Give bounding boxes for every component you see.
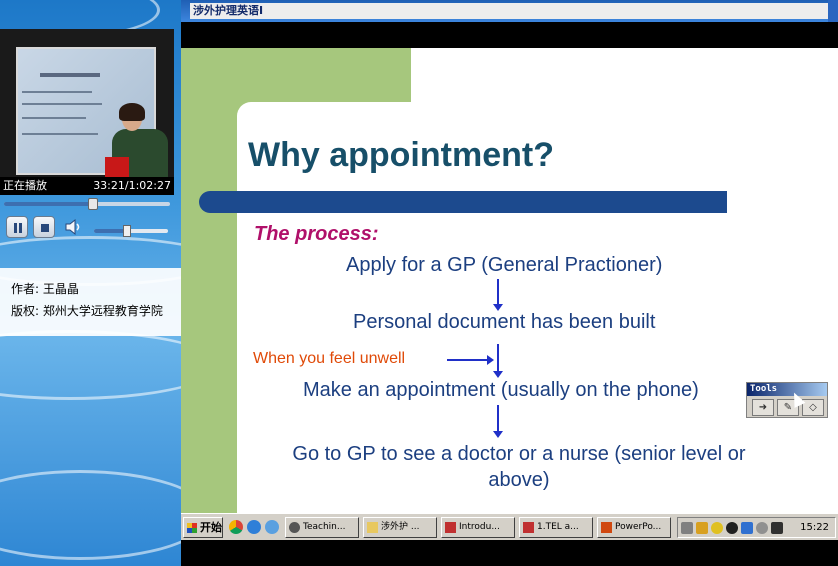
powerpoint-icon — [601, 522, 612, 533]
seek-bar-fill — [4, 202, 93, 206]
taskbar-item[interactable]: 涉外护 ... — [363, 517, 437, 538]
playback-status-bar: 正在播放 33:21/1:02:27 — [0, 177, 174, 195]
taskbar-item-label: PowerPo... — [615, 522, 662, 532]
edit-icon[interactable] — [771, 522, 783, 534]
media-icon[interactable] — [265, 520, 279, 534]
screen-line — [22, 91, 92, 93]
slide-title: Why appointment? — [248, 136, 554, 174]
screen-line — [22, 117, 86, 119]
speaker-icon[interactable] — [64, 218, 82, 236]
system-tray: 15:22 — [677, 517, 836, 538]
down-arrow-icon — [493, 279, 503, 311]
taskbar-item[interactable]: Teachin... — [285, 517, 359, 538]
ie-icon[interactable] — [247, 520, 261, 534]
taskbar: 开始 Teachin... 涉外护 ... Introdu... 1.TEL a… — [181, 513, 838, 540]
down-arrow-icon — [493, 405, 503, 438]
volume-slider-fill — [94, 229, 128, 233]
screen-line — [22, 103, 102, 105]
sync-icon[interactable] — [756, 522, 768, 534]
right-arrow-icon — [447, 355, 494, 365]
slide-title-rule — [199, 191, 727, 213]
taskbar-item[interactable]: Introdu... — [441, 517, 515, 538]
presenter-book — [105, 157, 129, 177]
process-step: Personal document has been built — [353, 311, 656, 333]
process-step: Go to GP to see a doctor or a nurse (sen… — [292, 443, 746, 491]
playback-status: 正在播放 — [3, 179, 47, 192]
process-step: Apply for a GP (General Practioner) — [346, 254, 663, 276]
taskbar-item[interactable]: 1.TEL a... — [519, 517, 593, 538]
playback-time: 33:21/1:02:27 — [93, 179, 171, 192]
volume-thumb[interactable] — [123, 225, 132, 237]
tools-title: Tools — [747, 383, 827, 396]
browser-icon — [289, 522, 300, 533]
antivirus-icon[interactable] — [726, 522, 738, 534]
player-panel: 正在播放 33:21/1:02:27 作者: 王晶晶 版权: 郑州大学远程教育学… — [0, 0, 181, 566]
stop-button[interactable] — [33, 216, 55, 238]
title-bar-corner — [828, 0, 838, 22]
eraser-icon[interactable]: ◇ — [802, 399, 824, 416]
arrow-icon[interactable]: ➜ — [752, 399, 774, 416]
course-info: 作者: 王晶晶 版权: 郑州大学远程教育学院 — [0, 268, 181, 336]
pause-button[interactable] — [6, 216, 28, 238]
presenter-hair — [119, 103, 145, 121]
word-icon — [523, 522, 534, 533]
screen-line — [22, 133, 98, 135]
side-note: When you feel unwell — [253, 350, 406, 367]
network-icon[interactable] — [696, 522, 708, 534]
copyright-label: 版权: — [11, 304, 40, 318]
chat-icon[interactable] — [741, 522, 753, 534]
word-icon — [445, 522, 456, 533]
author-row: 作者: 王晶晶 — [11, 278, 181, 300]
copyright-owner: 郑州大学远程教育学院 — [42, 304, 163, 318]
tools-palette[interactable]: Tools ➜ ✎ ◇ — [746, 382, 828, 418]
slide-accent-bar — [181, 48, 237, 513]
taskbar-item-label: 涉外护 ... — [381, 522, 420, 532]
taskbar-item[interactable]: PowerPo... — [597, 517, 671, 538]
process-step: Make an appointment (usually on the phon… — [303, 379, 699, 401]
taskbar-item-label: 1.TEL a... — [537, 522, 579, 532]
screen-title-line — [40, 73, 100, 77]
decorative-swirl — [0, 330, 181, 400]
chrome-icon[interactable] — [229, 520, 243, 534]
taskbar-item-label: Introdu... — [459, 522, 500, 532]
taskbar-item-label: Teachin... — [303, 522, 346, 532]
author-name: 王晶晶 — [42, 282, 79, 296]
author-label: 作者: — [11, 282, 40, 296]
down-arrow-icon — [493, 344, 503, 378]
window-title: 涉外护理英语I — [190, 3, 836, 19]
screen-bottom-edge — [181, 540, 838, 566]
start-label: 开始 — [200, 521, 222, 534]
decorative-swirl — [0, 470, 181, 560]
video-frame[interactable] — [0, 29, 174, 177]
seek-thumb[interactable] — [87, 198, 98, 210]
start-button[interactable]: 开始 — [183, 517, 223, 538]
copyright-row: 版权: 郑州大学远程教育学院 — [11, 300, 181, 322]
shield-icon[interactable] — [711, 522, 723, 534]
clock: 15:22 — [800, 522, 829, 533]
slide-subtitle: The process: — [254, 223, 379, 245]
folder-icon — [367, 522, 378, 533]
keyboard-icon[interactable] — [681, 522, 693, 534]
presentation-slide[interactable]: Why appointment? The process: Apply for … — [181, 48, 838, 513]
windows-logo-icon — [187, 523, 197, 533]
